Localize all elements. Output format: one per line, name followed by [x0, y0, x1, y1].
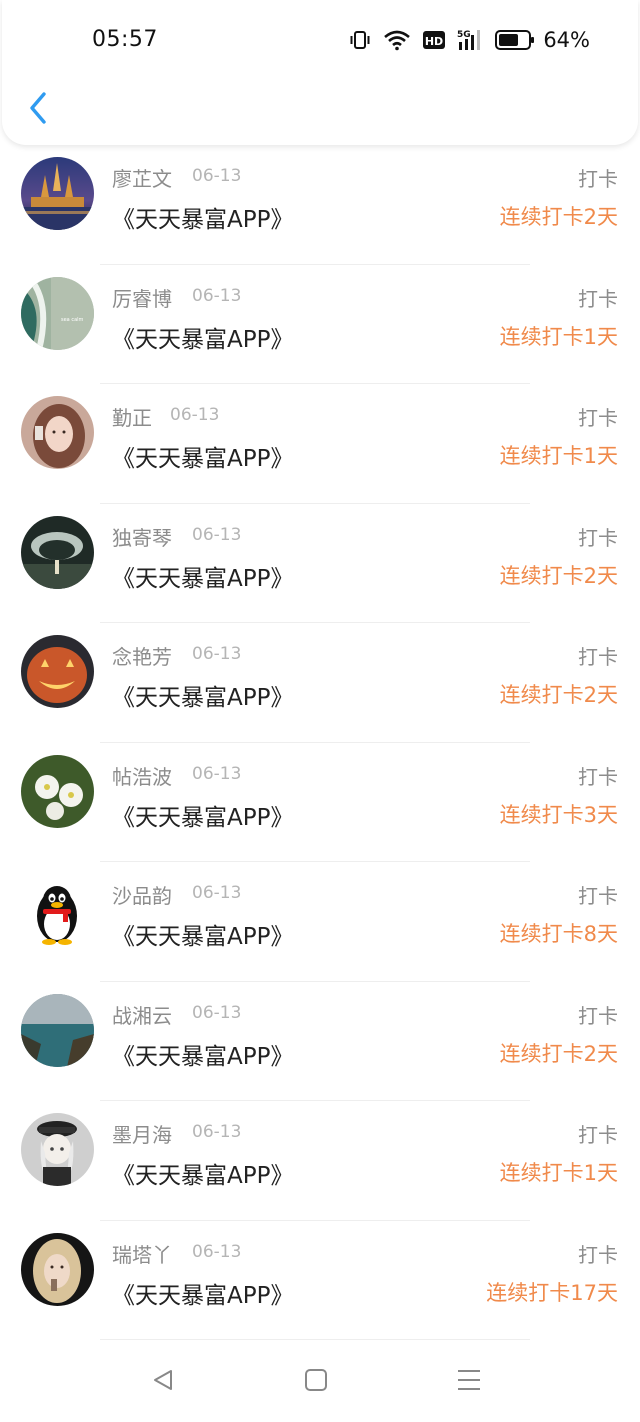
- checkin-label: 打卡: [578, 1242, 618, 1267]
- checkin-label: 打卡: [578, 167, 618, 191]
- checkin-date: 06-13: [192, 1241, 242, 1262]
- user-name: 独寄琴: [112, 525, 172, 550]
- checkin-date: 06-13: [192, 166, 242, 186]
- app-title: 《天天暴富APP》: [112, 1282, 294, 1309]
- user-name: 帖浩波: [112, 764, 172, 789]
- app-title: 《天天暴富APP》: [112, 1163, 294, 1189]
- nav-menu-button[interactable]: [449, 1366, 489, 1398]
- list-item[interactable]: 沙品韵 06-13 《天天暴富APP》 打卡 连续打卡8天: [0, 862, 640, 982]
- home-square-icon: [304, 1368, 328, 1396]
- system-nav-bar: [0, 1340, 640, 1422]
- user-name: 厉睿博: [112, 286, 172, 311]
- list-item[interactable]: 墨月海 06-13 《天天暴富APP》 打卡 连续打卡1天: [0, 1101, 640, 1221]
- checkin-date: 06-13: [192, 524, 242, 545]
- streak-text: 连续打卡1天: [499, 444, 618, 468]
- hd-icon: HD: [423, 30, 446, 50]
- checkin-date: 06-13: [192, 883, 242, 903]
- wifi-icon: [383, 29, 411, 51]
- list-item[interactable]: 战湘云 06-13 《天天暴富APP》 打卡 连续打卡2天: [0, 982, 640, 1101]
- app-title: 《天天暴富APP》: [112, 565, 294, 592]
- nav-back-button[interactable]: [143, 1366, 183, 1398]
- svg-text:5G: 5G: [457, 30, 471, 40]
- checkin-date: 06-13: [192, 1122, 242, 1142]
- battery-icon: [495, 29, 535, 51]
- pumpkin-avatar[interactable]: [21, 635, 94, 708]
- user-name: 墨月海: [112, 1123, 172, 1147]
- checkin-label: 打卡: [578, 645, 618, 669]
- beach-wave-avatar[interactable]: sea calm: [21, 276, 94, 350]
- list-item[interactable]: 瑞塔丫 06-13 《天天暴富APP》 打卡 连续打卡17天: [0, 1221, 640, 1340]
- sea-cliff-avatar[interactable]: [21, 993, 94, 1067]
- menu-lines-icon: [456, 1368, 482, 1396]
- streak-text: 连续打卡2天: [499, 205, 618, 229]
- signal-5g-icon: 5G: [457, 28, 483, 52]
- user-name: 念艳芳: [112, 645, 172, 669]
- header-bar: 05:57 HD 5G 64%: [2, 0, 638, 145]
- streak-text: 连续打卡1天: [499, 324, 618, 349]
- arch-landscape-avatar[interactable]: [21, 515, 94, 589]
- streak-text: 连续打卡2天: [499, 1041, 618, 1066]
- list-item[interactable]: 廖芷文 06-13 《天天暴富APP》 打卡 连续打卡2天: [0, 145, 640, 265]
- list-item[interactable]: 帖浩波 06-13 《天天暴富APP》 打卡 连续打卡3天: [0, 743, 640, 862]
- back-button[interactable]: [22, 92, 54, 128]
- checkin-label: 打卡: [578, 884, 618, 908]
- checkin-label: 打卡: [578, 286, 618, 311]
- battery-percent: 64%: [543, 28, 590, 52]
- anime-officer-avatar[interactable]: [21, 1113, 94, 1186]
- list-item[interactable]: 勤正 06-13 《天天暴富APP》 打卡 连续打卡1天: [0, 384, 640, 504]
- checkin-label: 打卡: [578, 406, 618, 430]
- checkin-label: 打卡: [578, 764, 618, 789]
- svg-text:HD: HD: [425, 35, 443, 48]
- user-name: 战湘云: [112, 1003, 172, 1028]
- streak-text: 连续打卡1天: [499, 1161, 618, 1185]
- penguin-avatar[interactable]: [21, 874, 94, 947]
- back-triangle-icon: [151, 1368, 175, 1396]
- user-name: 勤正: [112, 406, 152, 430]
- list-item[interactable]: 独寄琴 06-13 《天天暴富APP》 打卡 连续打卡2天: [0, 504, 640, 623]
- blonde-portrait-avatar[interactable]: [21, 1232, 94, 1306]
- app-title: 《天天暴富APP》: [112, 207, 294, 233]
- user-name: 沙品韵: [112, 884, 172, 908]
- app-title: 《天天暴富APP》: [112, 446, 294, 472]
- streak-text: 连续打卡8天: [499, 922, 618, 946]
- checkin-list: 廖芷文 06-13 《天天暴富APP》 打卡 连续打卡2天 sea calm 厉…: [0, 145, 640, 1340]
- checkin-date: 06-13: [192, 1002, 242, 1023]
- list-item[interactable]: 念艳芳 06-13 《天天暴富APP》 打卡 连续打卡2天: [0, 623, 640, 743]
- svg-text:sea calm: sea calm: [61, 317, 84, 323]
- user-name: 瑞塔丫: [112, 1242, 172, 1267]
- checkin-date: 06-13: [170, 405, 220, 425]
- app-title: 《天天暴富APP》: [112, 685, 294, 711]
- status-icons: HD 5G 64%: [349, 26, 590, 54]
- checkin-date: 06-13: [192, 763, 242, 784]
- streak-text: 连续打卡3天: [499, 802, 618, 827]
- vibrate-icon: [349, 29, 371, 51]
- checkin-label: 打卡: [578, 1123, 618, 1147]
- app-title: 《天天暴富APP》: [112, 1043, 294, 1070]
- status-bar: 05:57 HD 5G 64%: [2, 0, 638, 80]
- checkin-label: 打卡: [578, 525, 618, 550]
- list-item[interactable]: sea calm 厉睿博 06-13 《天天暴富APP》 打卡 连续打卡1天: [0, 265, 640, 384]
- girl-portrait-avatar[interactable]: [21, 396, 94, 469]
- checkin-date: 06-13: [192, 644, 242, 664]
- checkin-date: 06-13: [192, 285, 242, 306]
- app-title: 《天天暴富APP》: [112, 326, 294, 353]
- streak-text: 连续打卡2天: [499, 683, 618, 707]
- chevron-left-icon: [28, 91, 48, 129]
- nav-home-button[interactable]: [296, 1366, 336, 1398]
- user-name: 廖芷文: [112, 167, 172, 191]
- checkin-label: 打卡: [578, 1003, 618, 1028]
- streak-text: 连续打卡17天: [486, 1280, 618, 1305]
- white-flower-avatar[interactable]: [21, 754, 94, 828]
- streak-text: 连续打卡2天: [499, 563, 618, 588]
- app-title: 《天天暴富APP》: [112, 924, 294, 950]
- status-time: 05:57: [92, 27, 158, 52]
- temple-night-avatar[interactable]: [21, 157, 94, 230]
- app-title: 《天天暴富APP》: [112, 804, 294, 831]
